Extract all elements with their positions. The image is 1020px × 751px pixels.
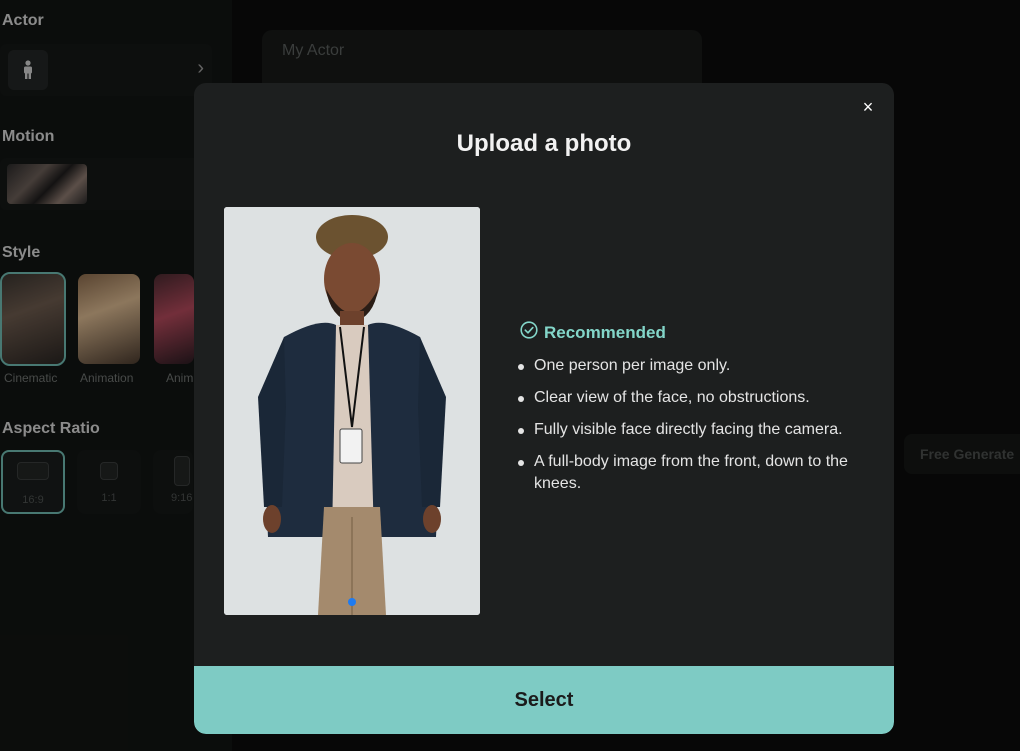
modal-title: Upload a photo <box>456 130 632 157</box>
list-item: A full-body image from the front, down t… <box>516 451 876 495</box>
select-button[interactable]: Select <box>194 666 894 734</box>
list-item: Fully visible face directly facing the c… <box>516 419 876 441</box>
check-circle-icon <box>520 321 538 344</box>
carousel-dot-active[interactable] <box>348 598 356 606</box>
example-person-illustration <box>224 207 480 615</box>
close-icon[interactable]: × <box>858 97 878 117</box>
recommended-heading: Recommended <box>520 321 666 344</box>
recommendation-list: One person per image only. Clear view of… <box>516 355 876 505</box>
list-item: One person per image only. <box>516 355 876 377</box>
recommended-label: Recommended <box>544 322 666 342</box>
example-photo <box>224 207 480 615</box>
upload-photo-modal: × Upload a photo Recommended One person … <box>194 83 894 734</box>
list-item: Clear view of the face, no obstructions. <box>516 387 876 409</box>
